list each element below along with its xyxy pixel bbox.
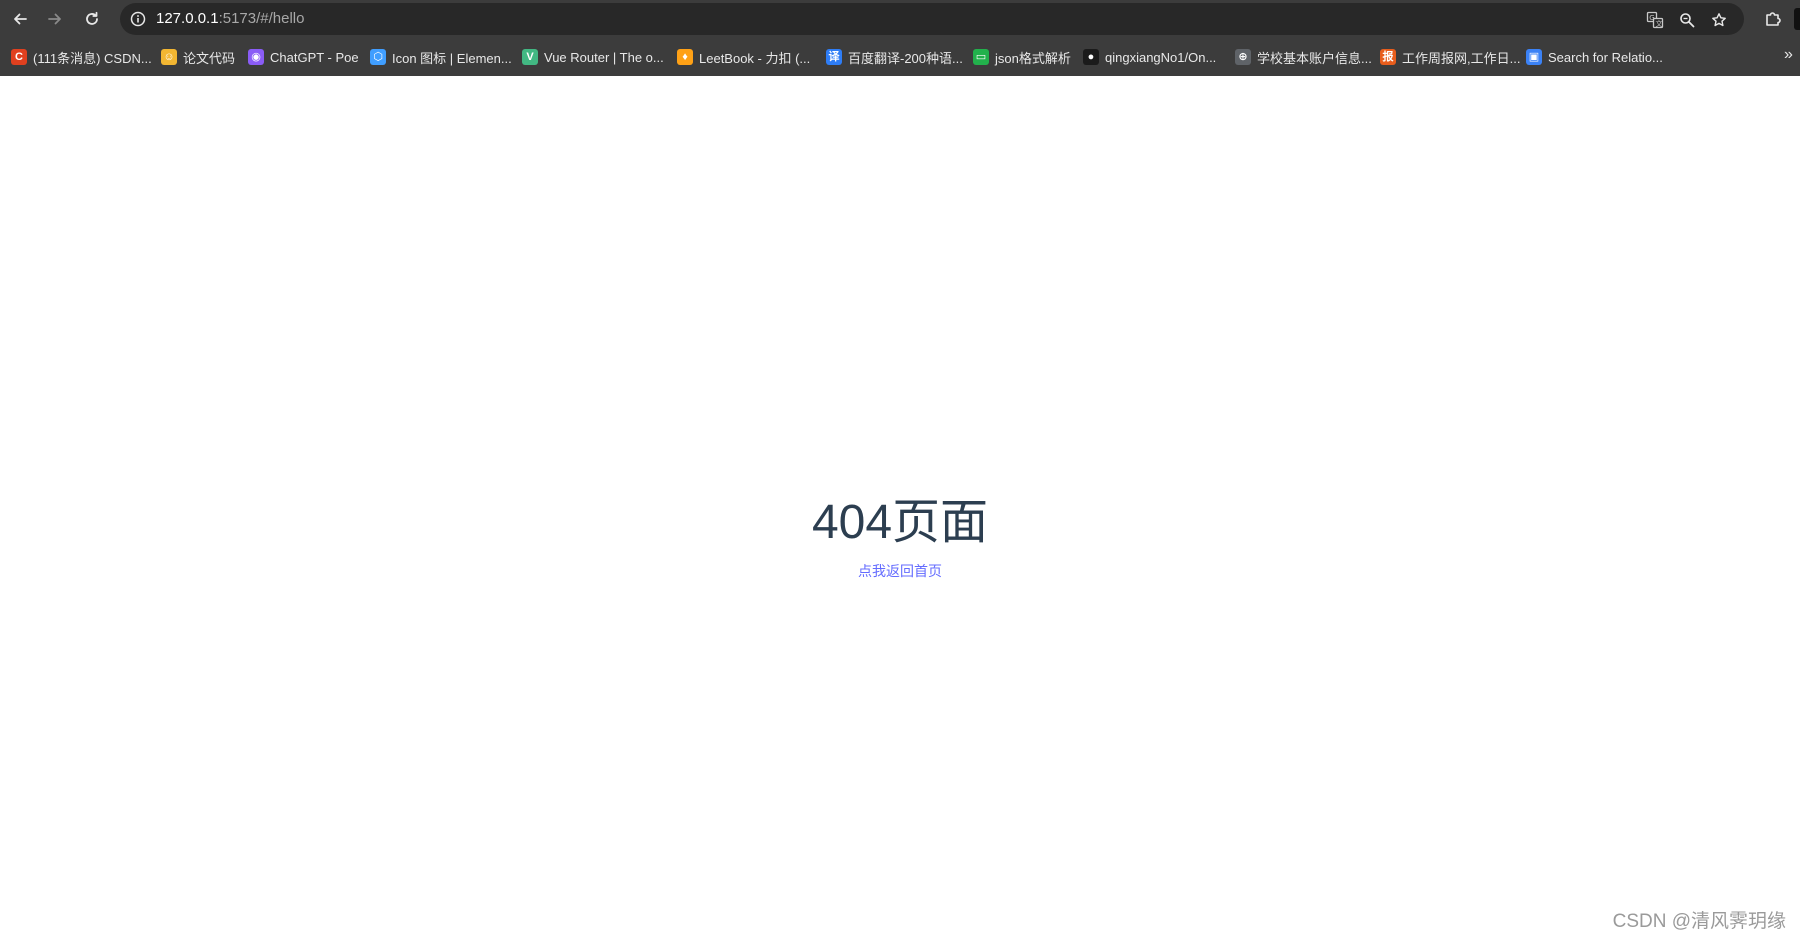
- address-bar[interactable]: 127.0.0.1:5173/#/hello G 文: [120, 3, 1744, 35]
- bookmark-label: Icon 图标 | Elemen...: [392, 50, 512, 66]
- bookmark-label: json格式解析: [995, 50, 1071, 66]
- info-circle-icon: [130, 11, 146, 27]
- bookmark-label: 学校基本账户信息...: [1257, 50, 1372, 66]
- emoji-icon: ☺: [161, 49, 177, 65]
- bookmark-star-button[interactable]: [1708, 9, 1730, 31]
- bookmark-item[interactable]: ⬡ Icon 图标 | Elemen...: [370, 47, 512, 67]
- search-page-icon: ▣: [1526, 49, 1542, 65]
- reload-icon: [86, 11, 98, 25]
- puzzle-icon: [1766, 12, 1781, 26]
- baidu-translate-icon: 译: [826, 49, 842, 65]
- url-path: :5173/#/hello: [218, 10, 305, 27]
- bookmark-item[interactable]: V Vue Router | The o...: [522, 47, 664, 67]
- json-icon: ▭: [973, 49, 989, 65]
- translate-icon: G 文: [1646, 11, 1664, 29]
- svg-text:文: 文: [1656, 19, 1663, 28]
- page-content: 404页面 点我返回首页 CSDN @清风霁玥缘: [0, 76, 1800, 936]
- csdn-icon: C: [11, 49, 27, 65]
- page-title: 404页面: [811, 496, 989, 549]
- bookmark-item[interactable]: ♦ LeetBook - 力扣 (...: [677, 47, 810, 67]
- bookmark-label: 工作周报网,工作日...: [1402, 50, 1521, 66]
- arrow-left-icon: [14, 13, 27, 25]
- url-text[interactable]: 127.0.0.1:5173/#/hello: [156, 3, 304, 35]
- forward-button[interactable]: [42, 6, 68, 32]
- bookmark-label: Vue Router | The o...: [544, 49, 664, 65]
- bookmark-item[interactable]: ● qingxiangNo1/On...: [1083, 47, 1216, 67]
- bookmark-item[interactable]: 报工作周报网,工作日...: [1380, 47, 1520, 67]
- bookmark-item[interactable]: 译百度翻译-200种语...: [826, 47, 963, 67]
- github-icon: ●: [1083, 49, 1099, 65]
- bookmark-label: 论文代码: [183, 50, 236, 66]
- browser-chrome: 127.0.0.1:5173/#/hello G 文 » C (111条消息) …: [0, 0, 1800, 76]
- bookmark-item[interactable]: ▣ Search for Relatio...: [1526, 47, 1663, 67]
- report-icon: 报: [1380, 49, 1396, 65]
- bookmark-label: Search for Relatio...: [1548, 49, 1663, 65]
- bookmark-label: LeetBook - 力扣 (...: [699, 50, 811, 66]
- bookmark-item[interactable]: C (111条消息) CSDN...: [11, 47, 152, 67]
- bookmark-label: ChatGPT - Poe: [270, 49, 359, 65]
- bookmark-label: qingxiangNo1/On...: [1105, 49, 1217, 65]
- bookmark-item[interactable]: ◉ ChatGPT - Poe: [248, 47, 359, 67]
- browser-toolbar: 127.0.0.1:5173/#/hello G 文: [0, 0, 1800, 38]
- bookmark-item[interactable]: ⊕ 学校基本账户信息...: [1235, 47, 1372, 67]
- vue-icon: V: [522, 49, 538, 65]
- element-icon: ⬡: [370, 49, 386, 65]
- bookmarks-bar: » C (111条消息) CSDN... ☺ 论文代码 ◉ ChatGPT - Poe ⬡ I…: [0, 38, 1800, 76]
- bookmark-label: (111条消息) CSDN...: [33, 50, 152, 66]
- svg-text:G: G: [1649, 14, 1654, 22]
- bookmark-item[interactable]: ▭ json格式解析: [973, 47, 1071, 67]
- profile-button[interactable]: [1794, 8, 1800, 30]
- back-home-link-wrapper: 点我返回首页: [0, 561, 1800, 581]
- site-info-button[interactable]: [128, 9, 148, 29]
- arrow-right-icon: [48, 13, 61, 25]
- bookmark-label: 百度翻译-200种语...: [848, 50, 963, 66]
- url-host: 127.0.0.1: [156, 10, 219, 27]
- leetcode-icon: ♦: [677, 49, 693, 65]
- more-bookmarks-chevron-icon[interactable]: »: [1784, 46, 1793, 64]
- back-button[interactable]: [7, 6, 33, 32]
- zoom-button[interactable]: [1676, 9, 1698, 31]
- back-home-link[interactable]: 点我返回首页: [858, 563, 942, 579]
- extensions-button[interactable]: [1760, 6, 1786, 32]
- star-icon: [1712, 13, 1726, 27]
- bookmark-item[interactable]: ☺ 论文代码: [161, 47, 235, 67]
- zoom-icon: [1680, 13, 1695, 28]
- reload-button[interactable]: [79, 6, 105, 32]
- globe-icon: ⊕: [1235, 49, 1251, 65]
- csdn-watermark: CSDN @清风霁玥缘: [1612, 911, 1786, 932]
- translate-button[interactable]: G 文: [1644, 9, 1666, 31]
- poe-icon: ◉: [248, 49, 264, 65]
